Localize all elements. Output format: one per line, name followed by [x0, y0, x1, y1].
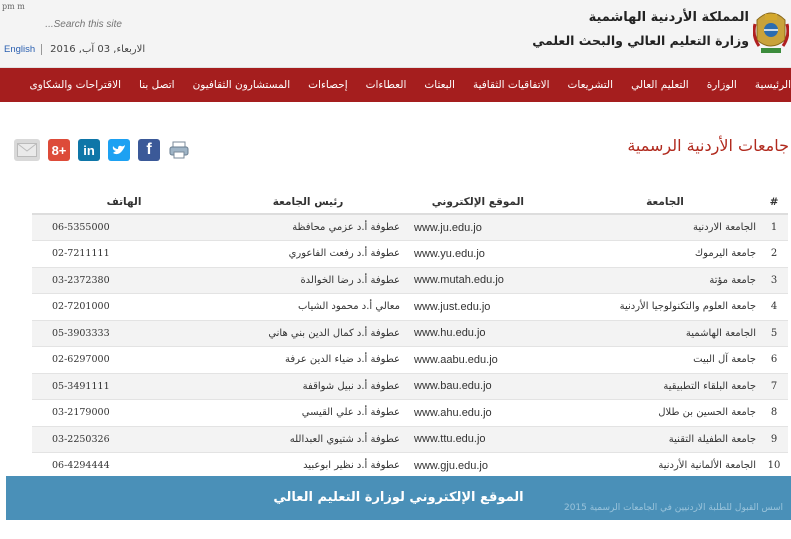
row-phone: 02-7211111 — [32, 240, 216, 268]
row-president: عطوفة أ.د كمال الدين بني هاني — [216, 320, 406, 347]
row-phone: 03-2250326 — [32, 426, 216, 453]
nav-item-higher-education[interactable]: التعليم العالي — [622, 79, 698, 91]
caption-text: الموقع الإلكتروني لوزارة التعليم العالي — [273, 490, 524, 505]
nav-item-statistics[interactable]: إحصاءات — [299, 79, 356, 91]
header-website: الموقع الإلكتروني — [406, 190, 574, 215]
current-date: الاربعاء, 03 آب, 2016 — [50, 43, 146, 55]
row-university: جامعة الطفيلة التقنية — [574, 426, 760, 453]
nav-item-contact[interactable]: اتصل بنا — [130, 79, 184, 91]
ministry-title: وزارة التعليم العالي والبحث العلمي — [532, 33, 749, 48]
row-phone: 05-3903333 — [32, 320, 216, 347]
coat-of-arms-logo[interactable] — [753, 6, 789, 58]
print-icon[interactable] — [168, 139, 190, 161]
row-num: 6 — [760, 346, 788, 374]
table-row: 7 جامعة البلقاء التطبيقية www.bau.edu.jo… — [32, 373, 788, 400]
universities-table: # الجامعة الموقع الإلكتروني رئيس الجامعة… — [32, 190, 788, 480]
row-university: جامعة العلوم والتكنولوجيا الأردنية — [574, 293, 760, 321]
row-num: 4 — [760, 293, 788, 321]
table-row: 3 جامعة مؤتة www.mutah.edu.jo عطوفة أ.د … — [32, 267, 788, 294]
twitter-icon[interactable] — [108, 139, 130, 161]
googleplus-icon[interactable]: 8+ — [48, 139, 70, 161]
row-website-link[interactable]: www.aabu.edu.jo — [406, 346, 574, 374]
row-phone: 03-2372380 — [32, 267, 216, 294]
caption-band: اسس القبول للطلبة الاردنيين في الجامعات … — [6, 476, 791, 520]
nav-item-home[interactable]: الرئيسية — [746, 79, 791, 91]
row-website-link[interactable]: www.ju.edu.jo — [406, 214, 574, 241]
site-header: pm m English الاربعاء, 03 آب, 2016 الممل… — [0, 0, 791, 68]
table-row: 5 الجامعة الهاشمية www.hu.edu.jo عطوفة أ… — [32, 320, 788, 347]
table-row: 8 جامعة الحسين بن طلال www.ahu.edu.jo عط… — [32, 399, 788, 427]
row-president: عطوفة أ.د نبيل شواقفة — [216, 373, 406, 400]
table-row: 6 جامعة آل البيت www.aabu.edu.jo عطوفة أ… — [32, 346, 788, 374]
row-president: عطوفة أ.د ضياء الدين عرفة — [216, 346, 406, 374]
row-university: جامعة الحسين بن طلال — [574, 399, 760, 427]
search-input[interactable] — [8, 14, 124, 34]
nav-item-suggestions[interactable]: الاقتراحات والشكاوى — [20, 79, 130, 91]
row-president: معالي أ.د محمود الشياب — [216, 293, 406, 321]
row-president: عطوفة أ.د شتيوي العبدالله — [216, 426, 406, 453]
row-website-link[interactable]: www.ttu.edu.jo — [406, 426, 574, 453]
header-tiny-text: pm m — [2, 2, 25, 11]
row-phone: 06-5355000 — [32, 214, 216, 241]
row-num: 7 — [760, 373, 788, 400]
row-num: 2 — [760, 240, 788, 268]
nav-item-scholarships[interactable]: البعثات — [415, 79, 464, 91]
row-university: الجامعة الهاشمية — [574, 320, 760, 347]
row-website-link[interactable]: www.hu.edu.jo — [406, 320, 574, 347]
row-website-link[interactable]: www.just.edu.jo — [406, 293, 574, 321]
header-phone: الهاتف — [32, 190, 216, 215]
country-title: المملكة الأردنية الهاشمية — [588, 10, 749, 25]
row-phone: 02-7201000 — [32, 293, 216, 321]
nav-item-ministry[interactable]: الوزارة — [698, 79, 746, 91]
header-university: الجامعة — [574, 190, 760, 215]
header-num: # — [760, 190, 788, 215]
table-row: 4 جامعة العلوم والتكنولوجيا الأردنية www… — [32, 293, 788, 321]
share-toolbar: 8+ in f — [14, 139, 190, 163]
row-num: 5 — [760, 320, 788, 347]
row-num: 9 — [760, 426, 788, 453]
date-row: English الاربعاء, 03 آب, 2016 — [0, 40, 145, 58]
row-phone: 02-6297000 — [32, 346, 216, 374]
table-row: 9 جامعة الطفيلة التقنية www.ttu.edu.jo ع… — [32, 426, 788, 453]
main-nav: الرئيسية الوزارة التعليم العالي التشريعا… — [0, 68, 791, 102]
row-num: 8 — [760, 399, 788, 427]
row-website-link[interactable]: www.mutah.edu.jo — [406, 267, 574, 294]
nav-item-tenders[interactable]: العطاءات — [357, 79, 416, 91]
row-president: عطوفة أ.د علي القيسي — [216, 399, 406, 427]
row-president: عطوفة أ.د عزمي محافظة — [216, 214, 406, 241]
row-president: عطوفة أ.د رفعت الفاعوري — [216, 240, 406, 268]
row-website-link[interactable]: www.bau.edu.jo — [406, 373, 574, 400]
language-link[interactable]: English — [0, 43, 43, 55]
nav-item-cultural-agreements[interactable]: الاتفاقيات الثقافية — [464, 79, 559, 91]
row-university: جامعة مؤتة — [574, 267, 760, 294]
table-row: 1 الجامعة الاردنية www.ju.edu.jo عطوفة أ… — [32, 214, 788, 241]
page-title: جامعات الأردنية الرسمية — [627, 136, 789, 155]
nav-item-cultural-attaches[interactable]: المستشارون الثقافيون — [184, 79, 300, 91]
row-num: 3 — [760, 267, 788, 294]
linkedin-icon[interactable]: in — [78, 139, 100, 161]
row-university: جامعة البلقاء التطبيقية — [574, 373, 760, 400]
facebook-icon[interactable]: f — [138, 139, 160, 161]
row-phone: 05-3491111 — [32, 373, 216, 400]
header-president: رئيس الجامعة — [216, 190, 406, 215]
row-phone: 03-2179000 — [32, 399, 216, 427]
row-university: الجامعة الاردنية — [574, 214, 760, 241]
row-president: عطوفة أ.د رضا الخوالدة — [216, 267, 406, 294]
nav-item-legislation[interactable]: التشريعات — [559, 79, 623, 91]
table-header-row: # الجامعة الموقع الإلكتروني رئيس الجامعة… — [32, 190, 788, 215]
row-website-link[interactable]: www.yu.edu.jo — [406, 240, 574, 268]
row-university: جامعة اليرموك — [574, 240, 760, 268]
table-row: 2 جامعة اليرموك www.yu.edu.jo عطوفة أ.د … — [32, 240, 788, 268]
row-university: جامعة آل البيت — [574, 346, 760, 374]
email-icon[interactable] — [14, 139, 40, 161]
row-website-link[interactable]: www.ahu.edu.jo — [406, 399, 574, 427]
row-num: 1 — [760, 214, 788, 241]
